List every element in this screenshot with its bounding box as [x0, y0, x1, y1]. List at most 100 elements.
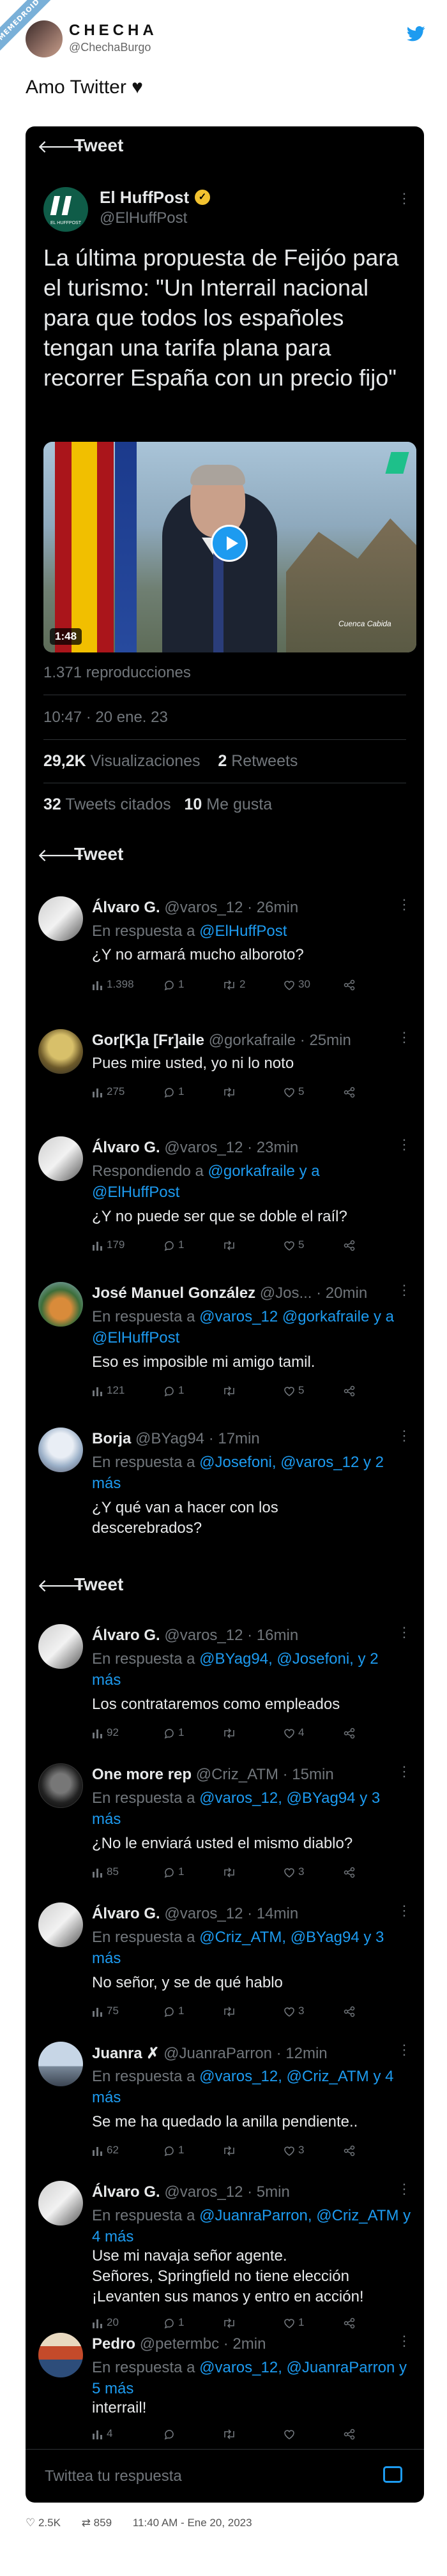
avatar[interactable]	[38, 1136, 83, 1181]
more-options-icon[interactable]: ⋮	[397, 1763, 411, 1780]
reply-author[interactable]: Álvaro G.	[92, 2183, 160, 2201]
reply-action[interactable]: 1	[163, 978, 184, 991]
retweet-action[interactable]	[222, 2427, 239, 2440]
like-action[interactable]: 4	[284, 1726, 304, 1739]
views-action[interactable]: 1.398	[92, 978, 134, 991]
retweet-action[interactable]	[222, 2316, 239, 2329]
reply-author[interactable]: One more rep	[92, 1766, 192, 1783]
reply-action[interactable]: 1	[163, 2005, 184, 2017]
reply-action[interactable]: 1	[163, 1726, 184, 1739]
more-options-icon[interactable]: ⋮	[397, 896, 411, 913]
reply-handle[interactable]: @varos_12	[164, 1627, 243, 1644]
reply-handle[interactable]: @gorkafraile	[209, 1032, 296, 1049]
share-action[interactable]	[344, 1239, 358, 1251]
like-action[interactable]: 30	[284, 978, 310, 991]
reply-mentions[interactable]: @ElHuffPost	[195, 923, 287, 940]
reply-item[interactable]: Álvaro G. @varos_12 · 23min ⋮ Respondien…	[26, 1136, 424, 1270]
reply-author[interactable]: Álvaro G.	[92, 1905, 160, 1922]
reply-action[interactable]: 1	[163, 2316, 184, 2329]
avatar[interactable]	[38, 1624, 83, 1669]
avatar[interactable]	[38, 2042, 83, 2086]
reply-action[interactable]	[163, 2427, 178, 2440]
avatar[interactable]	[26, 20, 63, 57]
twitter-bird-icon[interactable]	[406, 24, 425, 43]
reply-item[interactable]: Juanra ✗ @JuanraParron · 12min ⋮ En resp…	[26, 2042, 424, 2169]
author-name[interactable]: CHECHA	[69, 22, 158, 40]
reply-author[interactable]: Gor[K]a [Fr]aile	[92, 1032, 204, 1049]
reply-item[interactable]: Pedro @petermbc · 2min ⋮ En respuesta a …	[26, 2333, 424, 2448]
reply-item[interactable]: Álvaro G. @varos_12 · 5min ⋮ En respuest…	[26, 2181, 424, 2328]
video-player[interactable]: Cuenca Cabida 1:48	[43, 442, 416, 652]
like-action[interactable]: 3	[284, 2005, 304, 2017]
views-action[interactable]: 179	[92, 1239, 125, 1251]
retweet-action[interactable]: 2	[222, 978, 245, 991]
reply-item[interactable]: One more rep @Criz_ATM · 15min ⋮ En resp…	[26, 1763, 424, 1891]
avatar[interactable]	[38, 1029, 83, 1074]
reply-action[interactable]: 1	[163, 1384, 184, 1397]
reply-compose-bar[interactable]: Twittea tu respuesta	[26, 2449, 424, 2503]
views-action[interactable]: 4	[92, 2427, 112, 2440]
retweet-action[interactable]	[222, 2144, 239, 2157]
avatar[interactable]	[38, 2333, 83, 2377]
play-button[interactable]	[211, 525, 248, 562]
like-action[interactable]: 1	[284, 2316, 304, 2329]
more-options-icon[interactable]: ⋮	[397, 1427, 411, 1444]
avatar[interactable]	[38, 1282, 83, 1327]
reply-author[interactable]: José Manuel González	[92, 1284, 255, 1302]
retweet-action[interactable]	[222, 1726, 239, 1739]
share-action[interactable]	[344, 1384, 358, 1397]
share-action[interactable]	[344, 2427, 358, 2440]
reply-action[interactable]: 1	[163, 1085, 184, 1098]
reply-handle[interactable]: @BYag94	[135, 1430, 204, 1447]
retweet-action[interactable]	[222, 2005, 239, 2017]
reply-author[interactable]: Álvaro G.	[92, 899, 160, 916]
reply-handle[interactable]: @varos_12	[164, 1905, 243, 1922]
reply-author[interactable]: Juanra ✗	[92, 2045, 159, 2062]
reply-handle[interactable]: @Jos...	[260, 1284, 312, 1302]
views-action[interactable]: 275	[92, 1085, 125, 1098]
like-action[interactable]: 5	[284, 1239, 304, 1251]
share-action[interactable]	[344, 2316, 358, 2329]
more-options-icon[interactable]: ⋮	[397, 1029, 411, 1046]
reply-handle[interactable]: @varos_12	[164, 1139, 243, 1156]
share-action[interactable]	[344, 2144, 358, 2157]
share-action[interactable]	[344, 978, 358, 991]
like-action[interactable]: 3	[284, 2144, 304, 2157]
reply-action[interactable]: 1	[163, 1239, 184, 1251]
reply-action[interactable]: 1	[163, 2144, 184, 2157]
author-handle[interactable]: @ChechaBurgo	[69, 41, 151, 54]
more-options-icon[interactable]: ⋮	[397, 2042, 411, 2058]
footer-retweets[interactable]: ⇄ 859	[82, 2517, 121, 2529]
reply-item[interactable]: Álvaro G. @varos_12 · 16min ⋮ En respues…	[26, 1624, 424, 1752]
like-action[interactable]: 5	[284, 1085, 304, 1098]
reply-input[interactable]: Twittea tu respuesta	[45, 2467, 182, 2485]
views-action[interactable]: 121	[92, 1384, 125, 1397]
reply-item[interactable]: Borja @BYag94 · 17min ⋮ En respuesta a @…	[26, 1427, 424, 1555]
views-action[interactable]: 85	[92, 1865, 119, 1878]
views-action[interactable]: 20	[92, 2316, 119, 2329]
reply-item[interactable]: Gor[K]a [Fr]aile @gorkafraile · 25min ⋮ …	[26, 1029, 424, 1125]
more-options-icon[interactable]: ⋮	[397, 1136, 411, 1153]
tweet-stats-row2[interactable]: 32 Tweets citados 10 Me gusta	[43, 795, 272, 814]
reply-author[interactable]: Pedro	[92, 2335, 135, 2353]
reply-handle[interactable]: @Criz_ATM	[196, 1766, 278, 1783]
more-options-icon[interactable]: ⋮	[397, 1902, 411, 1919]
views-action[interactable]: 75	[92, 2005, 119, 2017]
footer-likes[interactable]: ♡ 2.5K	[26, 2517, 70, 2529]
camera-icon[interactable]	[383, 2466, 402, 2483]
reply-handle[interactable]: @varos_12	[164, 2183, 243, 2201]
tweet-stats-row1[interactable]: 29,2K Visualizaciones 2 Retweets	[43, 752, 298, 771]
reply-author[interactable]: Álvaro G.	[92, 1139, 160, 1156]
tweet-author-name[interactable]: El HuffPost	[100, 188, 189, 207]
more-options-icon[interactable]: ⋮	[397, 1624, 411, 1641]
avatar[interactable]	[38, 896, 83, 941]
share-action[interactable]	[344, 1085, 358, 1098]
reply-item[interactable]: José Manuel González @Jos... · 20min ⋮ E…	[26, 1282, 424, 1416]
share-action[interactable]	[344, 2005, 358, 2017]
avatar[interactable]	[38, 1763, 83, 1808]
reply-handle[interactable]: @JuanraParron	[163, 2045, 272, 2062]
reply-item[interactable]: Álvaro G. @varos_12 · 26min ⋮ En respues…	[26, 896, 424, 1018]
avatar[interactable]	[38, 1902, 83, 1947]
reply-author[interactable]: Álvaro G.	[92, 1627, 160, 1644]
retweet-action[interactable]	[222, 1239, 239, 1251]
